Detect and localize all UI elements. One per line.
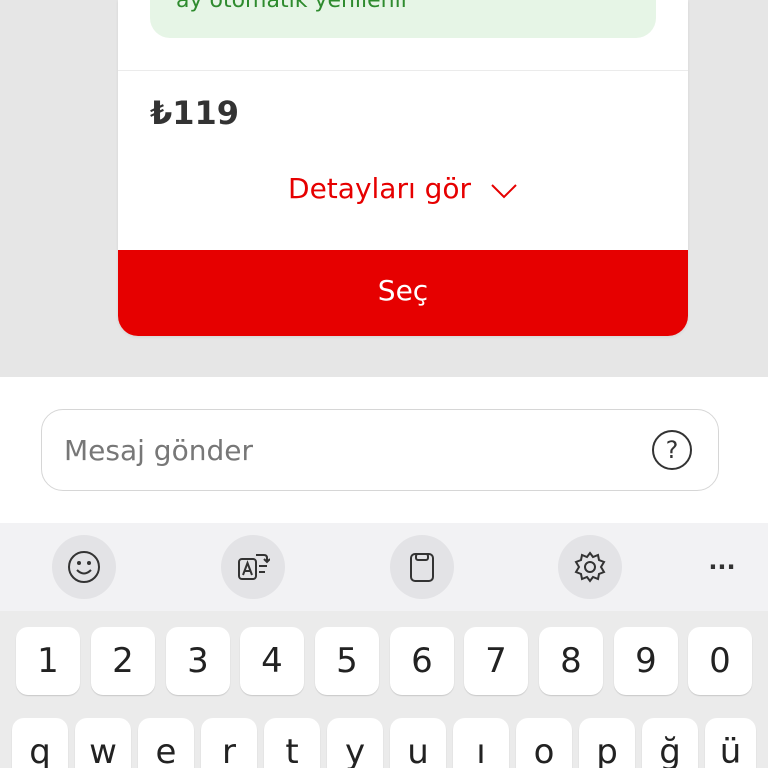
key-0[interactable]: 0 bbox=[688, 627, 752, 695]
key-r[interactable]: r bbox=[201, 718, 257, 768]
chat-area: ay otomatik yenilenir ₺119 Detayları gör… bbox=[0, 0, 768, 377]
key-u-umlaut[interactable]: ü bbox=[705, 718, 756, 768]
offer-card: ay otomatik yenilenir ₺119 Detayları gör… bbox=[118, 0, 688, 336]
keyboard-toolbar: ··· bbox=[0, 523, 768, 611]
key-7[interactable]: 7 bbox=[464, 627, 528, 695]
emoji-button[interactable] bbox=[52, 535, 116, 599]
clipboard-button[interactable] bbox=[390, 535, 454, 599]
key-w[interactable]: w bbox=[75, 718, 131, 768]
details-link-label: Detayları gör bbox=[288, 172, 472, 205]
key-g-breve[interactable]: ğ bbox=[642, 718, 698, 768]
help-button[interactable]: ? bbox=[652, 430, 692, 470]
translate-icon bbox=[238, 554, 270, 580]
message-input-wrapper: ? bbox=[41, 409, 719, 491]
more-icon: ··· bbox=[708, 553, 736, 581]
key-o[interactable]: o bbox=[516, 718, 572, 768]
emoji-icon bbox=[68, 551, 100, 583]
card-divider bbox=[118, 70, 688, 71]
key-u[interactable]: u bbox=[390, 718, 446, 768]
renewal-info-box: ay otomatik yenilenir bbox=[150, 0, 656, 38]
key-t[interactable]: t bbox=[264, 718, 320, 768]
key-q[interactable]: q bbox=[12, 718, 68, 768]
key-2[interactable]: 2 bbox=[91, 627, 155, 695]
key-9[interactable]: 9 bbox=[614, 627, 678, 695]
key-p[interactable]: p bbox=[579, 718, 635, 768]
message-composer: ? bbox=[0, 377, 768, 523]
chevron-down-icon bbox=[490, 174, 518, 207]
settings-button[interactable] bbox=[558, 535, 622, 599]
key-5[interactable]: 5 bbox=[315, 627, 379, 695]
settings-icon bbox=[574, 551, 606, 583]
details-link[interactable]: Detayları gör bbox=[118, 172, 688, 207]
key-dotless-i[interactable]: ı bbox=[453, 718, 509, 768]
translate-button[interactable] bbox=[221, 535, 285, 599]
key-e[interactable]: e bbox=[138, 718, 194, 768]
message-input[interactable] bbox=[64, 428, 624, 472]
select-button[interactable]: Seç bbox=[118, 250, 688, 336]
more-options-button[interactable]: ··· bbox=[690, 535, 754, 599]
key-3[interactable]: 3 bbox=[166, 627, 230, 695]
on-screen-keyboard: ··· 1 2 3 4 5 6 7 8 9 0 q w e r t y u ı … bbox=[0, 523, 768, 768]
clipboard-icon bbox=[410, 553, 434, 582]
renewal-info-text: ay otomatik yenilenir bbox=[176, 0, 410, 13]
key-1[interactable]: 1 bbox=[16, 627, 80, 695]
key-8[interactable]: 8 bbox=[539, 627, 603, 695]
offer-price: ₺119 bbox=[150, 94, 240, 132]
key-6[interactable]: 6 bbox=[390, 627, 454, 695]
key-y[interactable]: y bbox=[327, 718, 383, 768]
key-4[interactable]: 4 bbox=[240, 627, 304, 695]
